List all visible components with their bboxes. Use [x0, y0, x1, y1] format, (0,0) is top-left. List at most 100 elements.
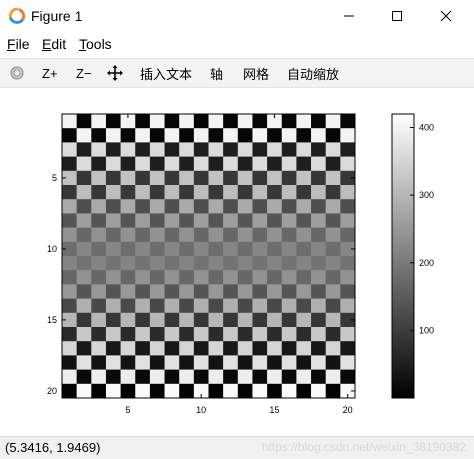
heatmap-cell — [149, 213, 165, 228]
pan-icon — [107, 65, 123, 81]
heatmap-cell — [325, 170, 341, 186]
heatmap-cell — [105, 170, 121, 186]
heatmap-cells — [62, 114, 356, 399]
heatmap-cell — [223, 213, 239, 228]
heatmap-cell — [208, 199, 224, 214]
heatmap-cell — [91, 156, 107, 172]
colorbar-tick-label: 200 — [419, 258, 434, 268]
heatmap-cell — [135, 213, 151, 228]
heatmap-cell — [135, 369, 151, 385]
heatmap-cell — [267, 369, 283, 385]
axes-toggle-button[interactable]: 轴 — [210, 63, 223, 83]
heatmap-cell — [296, 341, 312, 356]
menu-file[interactable]: File — [7, 36, 30, 52]
autoscale-button[interactable]: 自动缩放 — [287, 63, 339, 83]
heatmap-cell — [164, 270, 180, 285]
maximize-button[interactable] — [374, 0, 420, 32]
close-button[interactable] — [423, 0, 469, 32]
heatmap-cell — [149, 327, 165, 342]
heatmap-cell — [164, 355, 180, 370]
heatmap-cell — [179, 156, 195, 172]
heatmap-cell — [325, 114, 341, 129]
heatmap-cell — [223, 227, 239, 243]
zoom-in-button[interactable]: Z+ — [42, 63, 58, 83]
menu-tools[interactable]: Tools — [79, 36, 112, 52]
rotate-button[interactable] — [9, 63, 25, 83]
heatmap-cell — [208, 327, 224, 342]
heatmap-cell — [62, 256, 77, 271]
heatmap-cell — [91, 256, 107, 271]
heatmap-cell — [237, 227, 253, 243]
heatmap-cell — [193, 199, 209, 214]
heatmap-cell — [267, 256, 283, 271]
heatmap-cell — [164, 185, 180, 200]
heatmap-cell — [311, 241, 326, 257]
heatmap-cell — [325, 355, 341, 370]
heatmap-cell — [281, 199, 297, 214]
heatmap-cell — [252, 156, 268, 172]
pan-button[interactable] — [107, 63, 123, 83]
heatmap-cell — [281, 369, 297, 385]
heatmap-cell — [267, 156, 283, 172]
figure-canvas[interactable]: 5 10 15 20 5 10 15 20 100 200 300 400 — [0, 88, 474, 436]
heatmap-cell — [340, 227, 356, 243]
heatmap-cell — [193, 312, 209, 328]
heatmap-cell — [208, 241, 224, 257]
heatmap-cell — [179, 199, 195, 214]
heatmap-cell — [208, 114, 224, 129]
minimize-button[interactable] — [326, 0, 372, 32]
heatmap-cell — [252, 241, 268, 257]
heatmap-cell — [296, 213, 312, 228]
heatmap-cell — [223, 369, 239, 385]
heatmap-cell — [252, 369, 268, 385]
heatmap-cell — [164, 284, 180, 299]
heatmap-cell — [325, 227, 341, 243]
heatmap-cell — [120, 170, 136, 186]
heatmap-cell — [223, 156, 239, 172]
heatmap-cell — [340, 270, 356, 285]
heatmap-cell — [135, 170, 151, 186]
rotate-icon — [10, 66, 24, 80]
heatmap-cell — [62, 341, 77, 356]
heatmap-cell — [193, 156, 209, 172]
heatmap-figure: 5 10 15 20 5 10 15 20 100 200 300 400 — [47, 113, 434, 415]
heatmap-cell — [91, 114, 107, 129]
heatmap-cell — [267, 312, 283, 328]
heatmap-cell — [120, 355, 136, 370]
heatmap-cell — [91, 327, 107, 342]
heatmap-cell — [135, 142, 151, 157]
heatmap-cell — [120, 156, 136, 172]
heatmap-cell — [76, 128, 92, 143]
heatmap-cell — [281, 142, 297, 157]
zoom-out-button[interactable]: Z− — [76, 63, 92, 83]
heatmap-cell — [296, 156, 312, 172]
heatmap-cell — [120, 142, 136, 157]
insert-text-button[interactable]: 插入文本 — [140, 63, 192, 83]
heatmap-cell — [164, 213, 180, 228]
heatmap-cell — [340, 199, 356, 214]
heatmap-cell — [149, 185, 165, 200]
heatmap-cell — [311, 185, 326, 200]
heatmap-cell — [252, 270, 268, 285]
heatmap-cell — [179, 341, 195, 356]
heatmap-cell — [252, 185, 268, 200]
cursor-coordinates: (5.3416, 1.9469) — [5, 440, 101, 455]
heatmap-cell — [296, 241, 312, 257]
heatmap-cell — [76, 213, 92, 228]
heatmap-cell — [281, 312, 297, 328]
title-bar: Figure 1 — [0, 0, 474, 32]
heatmap-cell — [76, 199, 92, 214]
heatmap-cell — [252, 256, 268, 271]
heatmap-cell — [135, 312, 151, 328]
heatmap-cell — [135, 227, 151, 243]
heatmap-cell — [252, 142, 268, 157]
heatmap-cell — [91, 312, 107, 328]
heatmap-cell — [223, 284, 239, 299]
menu-edit[interactable]: Edit — [42, 36, 66, 52]
heatmap-cell — [325, 369, 341, 385]
heatmap-cell — [135, 341, 151, 356]
heatmap-cell — [164, 114, 180, 129]
heatmap-cell — [325, 298, 341, 314]
grid-toggle-button[interactable]: 网格 — [243, 63, 269, 83]
heatmap-cell — [120, 369, 136, 385]
